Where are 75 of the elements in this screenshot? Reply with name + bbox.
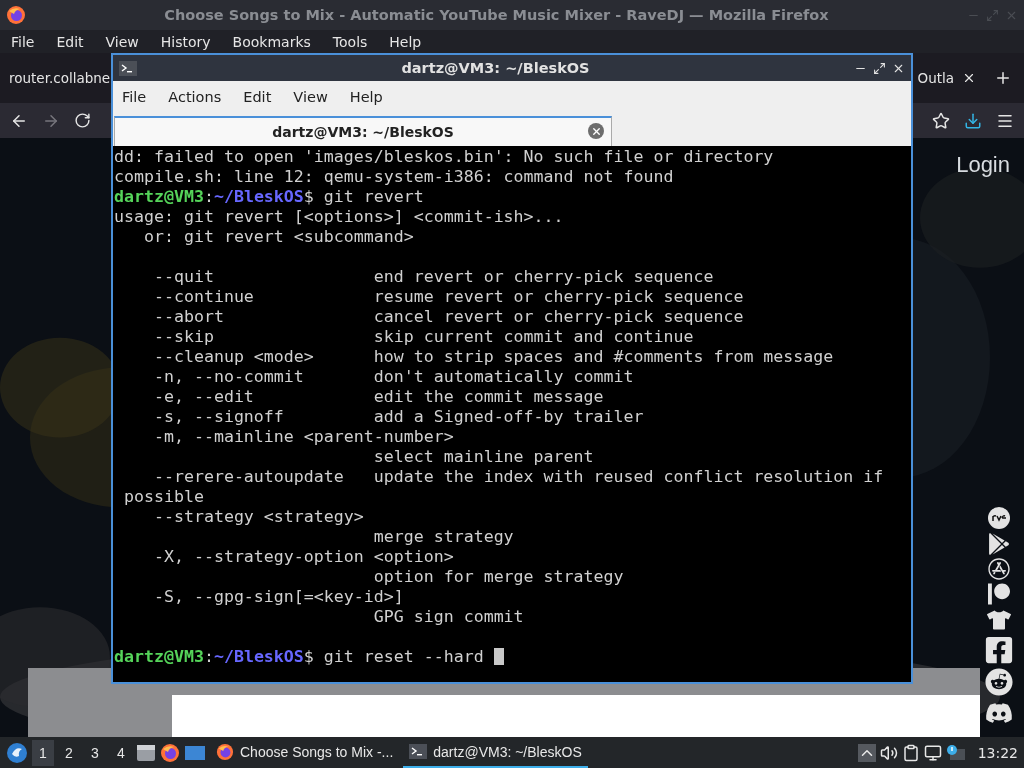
terminal-line: dd: failed to open 'images/bleskos.bin': No such file or directory — [114, 147, 775, 167]
menu-item[interactable]: History — [160, 33, 211, 50]
terminal-line: --quit end revert or cherry-pick sequence — [152, 267, 715, 287]
maximize-icon[interactable] — [873, 61, 886, 75]
menu-item[interactable]: Bookmarks — [232, 33, 311, 50]
terminal-tab[interactable]: dartz@VM3: ~/BleskOS — [114, 116, 612, 146]
file-manager-icon[interactable] — [136, 743, 156, 762]
menu-item[interactable]: Actions — [168, 89, 222, 105]
terminal-line: select mainline parent — [372, 447, 595, 467]
taskbar-task[interactable]: dartz@VM3: ~/BleskOS — [403, 737, 588, 768]
menu-item[interactable]: File — [122, 89, 147, 105]
notification-icon[interactable] — [945, 743, 966, 762]
clipboard-icon[interactable] — [901, 743, 920, 762]
download-icon[interactable] — [964, 111, 982, 130]
menu-item[interactable]: Edit — [56, 33, 84, 50]
terminal-prompt-line: dartz@VM3:~/BleskOS$ git revert — [114, 187, 425, 207]
terminal-line: -X, --strategy-option <option> — [152, 547, 455, 567]
terminal-prompt-line: dartz@VM3:~/BleskOS$ git reset --hard — [114, 647, 911, 667]
close-icon[interactable] — [962, 71, 976, 85]
menu-item[interactable]: Help — [389, 33, 422, 50]
window-title: dartz@VM3: ~/BleskOS — [400, 60, 591, 76]
terminal-line: or: git revert <subcommand> — [142, 227, 415, 247]
facebook-icon[interactable] — [984, 635, 1015, 665]
tshirt-icon[interactable] — [987, 608, 1012, 632]
login-link[interactable]: Login — [956, 152, 1010, 178]
taskbar-task[interactable]: Choose Songs to Mix -... — [210, 737, 400, 768]
reddit-icon[interactable] — [985, 668, 1014, 696]
terminal-line: usage: git revert [<options>] <commit-ish>... — [114, 207, 565, 227]
terminal-line: -n, --no-commit don't automatically commit — [152, 367, 635, 387]
rave-logo-icon[interactable] — [987, 506, 1012, 530]
workspace-button[interactable]: 3 — [84, 739, 106, 766]
menu-item[interactable]: View — [105, 33, 139, 50]
firefox-icon — [216, 742, 234, 761]
terminal-line: compile.sh: line 12: qemu-system-i386: command not found — [114, 167, 675, 187]
workspace-button[interactable]: 4 — [110, 739, 132, 766]
terminal-line: option for merge strategy — [372, 567, 625, 587]
menu-item[interactable]: Help — [349, 89, 383, 105]
network-icon[interactable] — [923, 743, 942, 762]
desktop-icon[interactable] — [184, 744, 206, 761]
menu-item[interactable]: Tools — [332, 33, 368, 50]
terminal-line: --rerere-autoupdate update the index with reused conflict resolution if — [152, 467, 885, 487]
terminal-line: -s, --signoff add a Signed-off-by trailer — [152, 407, 645, 427]
window-title: Choose Songs to Mix - Automatic YouTube Music Mixer - RaveDJ — Mozilla Firefox — [163, 7, 830, 23]
terminal-line: --continue resume revert or cherry-pick sequence — [152, 287, 745, 307]
terminal-line: -S, --gpg-sign[=<key-id>] — [152, 587, 405, 607]
terminal-line: GPG sign commit — [372, 607, 525, 627]
menu-item[interactable]: Edit — [243, 89, 272, 105]
play-store-icon[interactable] — [988, 533, 1011, 555]
new-tab-icon[interactable] — [994, 69, 1012, 87]
patreon-icon[interactable] — [988, 583, 1011, 605]
terminal-line: --cleanup <mode> how to strip spaces and #comments from message — [152, 347, 835, 367]
workspace-button[interactable]: 2 — [58, 739, 80, 766]
reload-icon[interactable] — [74, 112, 91, 129]
terminal-icon — [409, 744, 428, 759]
clock: 13:22 — [977, 744, 1018, 761]
terminal-line: possible — [123, 487, 205, 507]
firefox-icon[interactable] — [160, 742, 180, 763]
terminal-line: --skip skip current commit and continue — [152, 327, 695, 347]
bookmark-star-icon[interactable] — [932, 111, 950, 130]
terminal-line: -e, --edit edit the commit message — [152, 387, 605, 407]
volume-icon[interactable] — [879, 743, 898, 762]
terminal-line: merge strategy — [372, 527, 515, 547]
terminal-line: --abort cancel revert or cherry-pick sequence — [152, 307, 745, 327]
workspace-button[interactable]: 1 — [32, 739, 54, 766]
browser-tab[interactable]: router.collabne — [9, 60, 111, 96]
start-menu-icon[interactable] — [6, 741, 28, 764]
terminal-line: --strategy <strategy> — [152, 507, 365, 527]
terminal-icon — [119, 60, 137, 76]
menu-item[interactable]: File — [11, 33, 35, 50]
firefox-icon — [6, 5, 26, 25]
tray-expand-icon[interactable] — [857, 743, 876, 762]
terminal-line: -m, --mainline <parent-number> — [152, 427, 455, 447]
browser-tab[interactable]: Outla — [917, 60, 976, 96]
app-store-icon[interactable] — [988, 558, 1011, 580]
menu-item[interactable]: View — [293, 89, 328, 105]
